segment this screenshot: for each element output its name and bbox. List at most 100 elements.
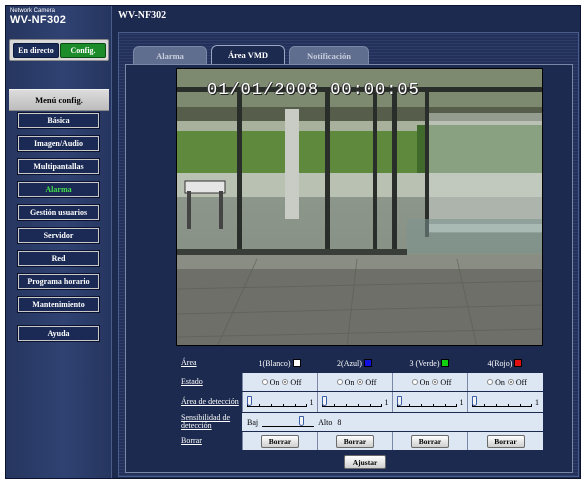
area-2-detection-slider[interactable] [321,396,382,407]
area-1-off-radio[interactable] [282,379,289,385]
logo: Network Camera WV-NF302 [10,8,66,26]
config-mode-button[interactable]: Config. [60,43,106,58]
area-1-detection-thumb[interactable] [246,396,252,406]
area-2-detection: 1 [317,392,392,412]
area-2-off-label: Off [365,377,377,387]
tab-notificacion[interactable]: Notificación [289,46,369,64]
area-2-on-radio[interactable] [336,379,343,385]
area-2-off-radio[interactable] [357,379,364,385]
area-1-detection: 1 [242,392,317,412]
area-1-on-label: On [269,377,280,387]
sensitivity-row: Sensibilidad de detección Baj Alto 8 [177,413,543,431]
menu-title: Menú config. [9,89,109,111]
sensitivity-slider[interactable] [262,416,315,427]
sensitivity-high-label: Alto [318,417,333,427]
area-3-borrar-button[interactable]: Borrar [411,434,449,448]
area-4-on-radio[interactable] [487,379,494,385]
menu-item-servidor[interactable]: Servidor [18,228,99,243]
area-1-borrar-cell: Borrar [242,432,317,450]
area-2-borrar-button[interactable]: Borrar [336,434,374,448]
area-3-on-radio[interactable] [411,379,418,385]
mode-switch: En directo Config. [9,39,109,61]
area-4-borrar-button[interactable]: Borrar [486,434,525,448]
area-3-on-label: On [419,377,430,387]
area-4-detection-thumb[interactable] [472,396,477,406]
tab-area-vmd[interactable]: Área VMD [211,45,285,64]
area-2-name: 2(Azul) [337,358,362,368]
tab-content: 01/01/2008 00:00:05 Área 1(Blanco) 2(Azu… [125,64,573,473]
area-4-on-label: On [495,377,505,387]
detection-area-row: Área de detección 1 1 1 1 [177,392,543,412]
menu-item-ayuda[interactable]: Ayuda [18,326,99,341]
sensitivity-low-label: Baj [247,417,259,427]
area-4-detection-slider[interactable] [472,396,532,407]
sidebar: Network Camera WV-NF302 En directo Confi… [6,6,112,478]
menu-item-red[interactable]: Red [18,251,99,266]
area-4-name: 4(Rojo) [487,358,513,368]
area-3-header: 3 (Verde) [392,354,467,372]
borrar-row: Borrar Borrar Borrar Borrar Borrar [177,432,543,450]
area-2-color-swatch [363,359,372,367]
area-3-detection-value: 1 [459,397,464,407]
borrar-label: Borrar [177,432,242,450]
area-2-on-label: On [344,377,355,387]
tab-alarma[interactable]: Alarma [133,46,207,64]
area-4-state: On Off [467,373,543,391]
area-3-off-label: Off [440,377,452,387]
area-3-detection-slider[interactable] [396,396,457,407]
sensitivity-value: 8 [337,417,342,427]
main-panel: Alarma Área VMD Notificación 01/01/2008 … [118,32,579,477]
area-4-off-label: Off [515,377,527,387]
area-2-state: On Off [317,373,392,391]
area-4-detection-value: 1 [535,397,539,407]
area-4-header: 4(Rojo) [467,354,543,372]
menu-item-gestion-usuarios[interactable]: Gestión usuarios [18,205,99,220]
area-4-off-radio[interactable] [507,379,514,385]
menu-item-multipantallas[interactable]: Multipantallas [18,159,99,174]
area-2-detection-thumb[interactable] [321,396,327,406]
sensitivity-control: Baj Alto 8 [247,413,341,431]
area-1-detection-value: 1 [309,397,314,407]
ajustar-button[interactable]: Ajustar [344,455,386,469]
page-header-title: WV-NF302 [118,10,167,21]
area-3-color-swatch [441,359,450,367]
app-frame: Network Camera WV-NF302 En directo Confi… [5,5,581,479]
menu-item-programa-horario[interactable]: Programa horario [18,274,99,289]
area-2-header: 2(Azul) [317,354,392,372]
area-2-detection-value: 1 [384,397,389,407]
area-1-on-radio[interactable] [261,379,268,385]
menu-item-basica[interactable]: Básica [18,113,99,128]
estado-row: Estado On Off On Off On Off On Off [177,373,543,391]
menu-item-mantenimiento[interactable]: Mantenimiento [18,297,99,312]
area-4-detection: 1 [467,392,543,412]
camera-scene [177,69,542,345]
sensitivity-thumb[interactable] [299,416,305,426]
area-2-borrar-cell: Borrar [317,432,392,450]
menu-item-alarma[interactable]: Alarma [18,182,99,197]
area-1-state: On Off [242,373,317,391]
live-mode-button[interactable]: En directo [13,43,59,58]
menu-item-imagen-audio[interactable]: Imagen/Audio [18,136,99,151]
area-3-name: 3 (Verde) [409,358,440,368]
logo-model: WV-NF302 [10,14,67,26]
area-3-borrar-cell: Borrar [392,432,467,450]
sensitivity-label: Sensibilidad de detección [177,413,242,431]
area-1-header: 1(Blanco) [242,354,317,372]
area-3-off-radio[interactable] [432,379,439,385]
detection-area-label: Área de detección [177,392,242,412]
area-4-borrar-cell: Borrar [467,432,543,450]
vmd-settings-table: Área 1(Blanco) 2(Azul) 3 (Verde) 4(Rojo)… [177,354,543,450]
area-1-off-label: Off [290,377,302,387]
area-1-detection-slider[interactable] [246,396,307,407]
area-1-borrar-button[interactable]: Borrar [261,434,299,448]
area-3-detection: 1 [392,392,467,412]
video-timestamp: 01/01/2008 00:00:05 [207,81,420,100]
camera-image[interactable]: 01/01/2008 00:00:05 [176,68,543,346]
area-3-state: On Off [392,373,467,391]
area-1-color-swatch [292,359,301,367]
area-label: Área [177,354,242,372]
area-3-detection-thumb[interactable] [396,396,402,406]
area-4-color-swatch [514,359,523,367]
area-header-row: Área 1(Blanco) 2(Azul) 3 (Verde) 4(Rojo) [177,354,543,372]
area-1-name: 1(Blanco) [258,358,291,368]
